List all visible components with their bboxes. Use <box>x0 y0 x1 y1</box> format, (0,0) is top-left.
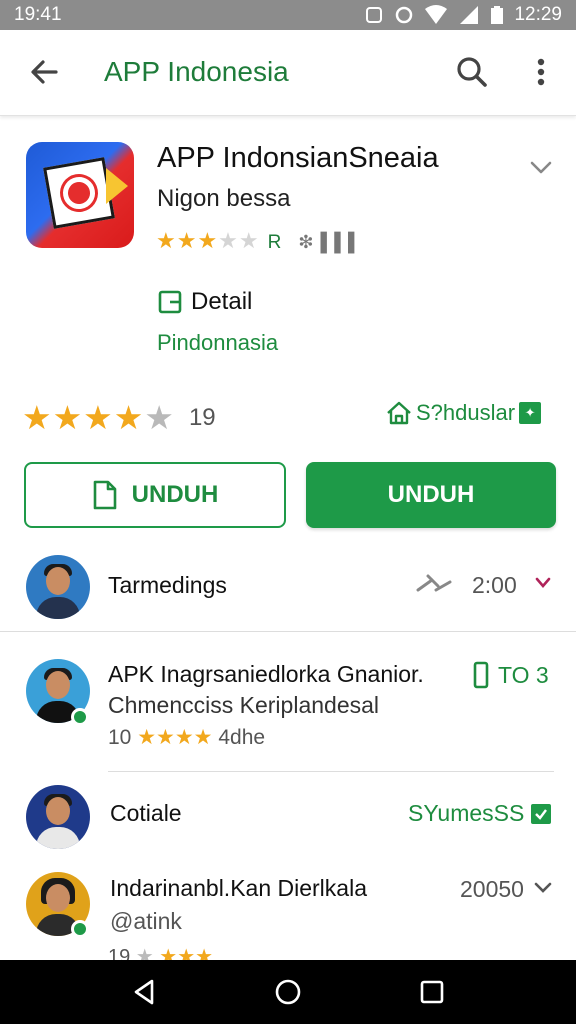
online-indicator <box>71 708 89 726</box>
avatar-face <box>46 797 70 825</box>
status-time-right: 12:29 <box>514 4 562 25</box>
rating-count: 19 <box>188 403 216 431</box>
list-item-right: 2:00 <box>472 572 517 598</box>
list-item-title[interactable]: Indarinanbl.Kan Dierlkala <box>110 875 367 902</box>
list-item-right: TO 3 <box>498 662 549 688</box>
divider <box>0 631 576 632</box>
list-item-rating: 10 ★★★★ 4dhe <box>108 725 265 750</box>
list-item-meta: 4dhe <box>218 726 266 749</box>
list-item-title[interactable]: Tarmedings <box>108 572 227 599</box>
wifi-icon <box>425 5 448 24</box>
app-bar: APP Indonesia <box>0 30 576 116</box>
status-icons: 12:29 <box>364 4 562 26</box>
list-item-count: 10 <box>108 726 132 749</box>
star-icon: ★★★ <box>156 228 219 253</box>
avatar-body <box>36 597 80 619</box>
app-icon-triangle <box>106 168 128 204</box>
unduh-outline-button[interactable]: UNDUH <box>24 462 286 528</box>
avatar-face <box>46 884 70 912</box>
status-time-left: 19:41 <box>14 4 62 25</box>
star-icon: ★★★★ <box>22 399 145 436</box>
list-item-subtitle: Chmencciss Keriplandesal <box>108 692 380 718</box>
search-icon[interactable] <box>452 52 492 92</box>
rating-letter: R <box>267 232 283 253</box>
back-arrow-icon[interactable] <box>24 52 64 92</box>
online-indicator <box>71 920 89 938</box>
star-empty-icon: ★ <box>144 399 175 436</box>
list-item-title[interactable]: Cotiale <box>110 800 182 827</box>
divider <box>108 771 554 772</box>
list-item-subtitle: @atink <box>110 908 182 934</box>
phone-icon[interactable] <box>470 660 492 690</box>
badge-text: S?hduslar <box>416 400 516 425</box>
checkbox-icon[interactable] <box>530 803 552 825</box>
app-subtitle: Nigon bessa <box>157 185 291 212</box>
battery-icon <box>491 6 504 24</box>
detail-subtitle: Pindonnasia <box>157 330 279 355</box>
app-icon[interactable] <box>26 142 134 248</box>
avatar[interactable] <box>26 785 90 849</box>
star-empty-icon: ★★ <box>218 228 260 253</box>
list-item-right: 20050 <box>460 876 524 902</box>
app-title: APP IndonsianSneaia <box>157 142 439 174</box>
detail-label: Detail <box>191 288 253 315</box>
app-rating-small: ★★★★★ R ❇ ▌▌▌ <box>156 228 362 254</box>
avatar-face <box>46 567 70 595</box>
developer-badge[interactable]: S?hduslar ✦ <box>386 400 542 426</box>
sync-icon <box>396 6 413 24</box>
avatar-face <box>46 671 70 699</box>
chevron-down-icon[interactable] <box>533 880 553 896</box>
chevron-down-icon[interactable] <box>534 576 552 590</box>
unduh-primary-button[interactable]: UNDUH <box>306 462 556 528</box>
app-bar-title: APP Indonesia <box>104 56 289 87</box>
home-icon <box>387 401 411 425</box>
detail-link[interactable]: Detail <box>157 286 252 318</box>
app-icon-card <box>43 157 115 229</box>
nav-recents-icon[interactable] <box>416 976 448 1008</box>
detail-icon <box>158 290 182 314</box>
avatar[interactable] <box>26 555 90 619</box>
list-item-right: SYumesSS <box>408 800 525 826</box>
app-meta: ❇ ▌▌▌ <box>298 232 362 252</box>
tool-icon <box>416 574 452 592</box>
star-icon: ★★★★ <box>131 726 219 749</box>
nav-back-icon[interactable] <box>128 976 160 1008</box>
list-item-title[interactable]: APK Inagrsaniedlorka Gnanior. <box>108 661 424 688</box>
unduh-primary-label: UNDUH <box>387 481 475 508</box>
app-icon-dot <box>60 174 98 212</box>
badge-check-icon: ✦ <box>519 402 542 424</box>
system-nav-bar <box>0 960 576 1024</box>
nav-home-icon[interactable] <box>272 976 304 1008</box>
rating-row: ★★★★ ★ 19 <box>22 398 216 437</box>
notification-icon <box>366 7 383 23</box>
file-icon <box>93 480 116 510</box>
unduh-outline-label: UNDUH <box>131 481 219 508</box>
more-vert-icon[interactable] <box>526 52 556 92</box>
signal-icon <box>460 6 479 24</box>
status-bar: 19:41 12:29 <box>0 0 576 30</box>
chevron-down-icon[interactable] <box>528 158 554 178</box>
avatar-body <box>36 827 80 849</box>
